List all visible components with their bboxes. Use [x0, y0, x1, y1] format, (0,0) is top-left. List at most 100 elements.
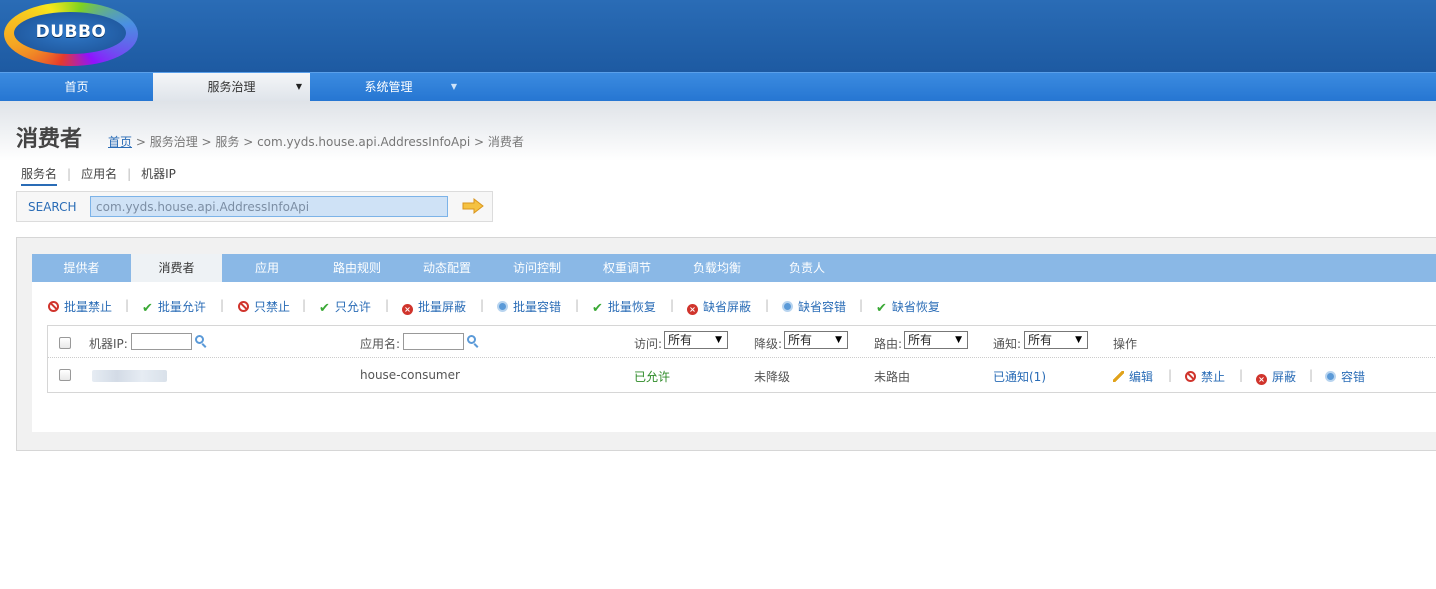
tab-bar: 提供者 消费者 应用 路由规则 动态配置 访问控制 权重调节 负载均衡 负责人: [32, 254, 1436, 282]
tolerance-icon: [497, 301, 508, 312]
tab-routes[interactable]: 路由规则: [312, 254, 402, 282]
action-label: 只允许: [334, 300, 371, 314]
selected-value: 所有: [788, 333, 813, 347]
op-label: 编辑: [1129, 370, 1154, 384]
tab-providers[interactable]: 提供者: [32, 254, 131, 282]
app-header: DUBBO: [0, 0, 1436, 72]
divider: |: [302, 298, 307, 312]
dubbo-logo[interactable]: DUBBO: [0, 0, 142, 72]
nav-item-home[interactable]: 首页: [0, 73, 153, 101]
chevron-down-icon: ▼: [295, 82, 302, 91]
row-checkbox[interactable]: [59, 369, 71, 381]
nav-item-system-admin[interactable]: 系统管理 ▼: [310, 73, 467, 101]
pencil-icon: [1113, 371, 1124, 382]
op-label: 禁止: [1201, 370, 1226, 384]
default-recover-button[interactable]: ✔ 缺省恢复: [876, 298, 940, 316]
search-tab-ip[interactable]: 机器IP: [141, 165, 176, 182]
degrade-filter-select[interactable]: 所有 ▼: [784, 331, 848, 349]
only-allow-button[interactable]: ✔ 只允许: [319, 298, 371, 316]
edit-button[interactable]: 编辑: [1113, 368, 1153, 385]
check-icon: ✔: [142, 301, 153, 316]
tolerance-icon: [782, 301, 793, 312]
mask-icon: ×: [402, 304, 413, 315]
forbid-button[interactable]: 禁止: [1185, 368, 1225, 385]
default-mask-button[interactable]: × 缺省屏蔽: [687, 298, 751, 315]
forbid-icon: [48, 301, 59, 312]
search-label: SEARCH: [28, 200, 77, 214]
nav-item-label: 服务治理: [207, 80, 256, 94]
table-header: 机器IP: 应用名: 访问: 所有 ▼ 降级: 所有 ▼ 路由: 所有 ▼ 通知: 所…: [48, 326, 1436, 358]
search-tab-application[interactable]: 应用名: [81, 165, 117, 182]
search-tab-service[interactable]: 服务名: [21, 165, 58, 186]
row-notify-link[interactable]: 已通知(1): [993, 368, 1046, 385]
batch-mask-button[interactable]: × 批量屏蔽: [402, 298, 466, 315]
tolerance-icon: [1325, 371, 1336, 382]
select-all-checkbox[interactable]: [59, 337, 71, 349]
op-label: 屏蔽: [1272, 370, 1297, 384]
breadcrumb-home-link[interactable]: 首页: [108, 135, 132, 149]
tolerance-button[interactable]: 容错: [1325, 368, 1365, 385]
main-nav: 首页 服务治理 ▼ 系统管理 ▼: [0, 72, 1436, 101]
notify-filter-select[interactable]: 所有 ▼: [1024, 331, 1088, 349]
search-icon[interactable]: [195, 335, 204, 344]
breadcrumb: 首页 > 服务治理 > 服务 > com.yyds.house.api.Addr…: [108, 133, 524, 150]
tab-weights[interactable]: 权重调节: [582, 254, 672, 282]
divider: |: [67, 167, 72, 181]
batch-recover-button[interactable]: ✔ 批量恢复: [592, 298, 656, 316]
nav-item-service-governance[interactable]: 服务治理 ▼: [153, 73, 310, 101]
only-forbid-button[interactable]: 只禁止: [238, 298, 290, 315]
action-label: 缺省屏蔽: [703, 300, 752, 314]
nav-item-label: 首页: [64, 80, 89, 94]
column-header-app: 应用名:: [360, 337, 401, 351]
batch-forbid-button[interactable]: 批量禁止: [48, 298, 112, 315]
action-label: 只禁止: [254, 300, 291, 314]
batch-allow-button[interactable]: ✔ 批量允许: [142, 298, 206, 316]
row-access-status: 已允许: [634, 370, 671, 384]
selected-value: 所有: [668, 333, 693, 347]
search-icon[interactable]: [467, 335, 476, 344]
search-box: SEARCH: [16, 191, 493, 222]
batch-tolerance-button[interactable]: 批量容错: [497, 298, 561, 315]
breadcrumb-trail: > 服务治理 > 服务 > com.yyds.house.api.Address…: [132, 135, 524, 149]
divider: |: [220, 298, 225, 312]
divider: |: [1309, 368, 1314, 382]
page-title: 消费者: [16, 127, 83, 152]
action-label: 批量允许: [157, 300, 206, 314]
divider: |: [127, 167, 132, 181]
access-filter-select[interactable]: 所有 ▼: [664, 331, 728, 349]
search-input[interactable]: [90, 196, 448, 217]
divider: |: [1239, 368, 1244, 382]
tab-owners[interactable]: 负责人: [762, 254, 852, 282]
column-header-route: 路由:: [874, 337, 903, 351]
tab-access-control[interactable]: 访问控制: [492, 254, 582, 282]
chevron-down-icon: ▼: [835, 335, 842, 345]
divider: |: [859, 298, 864, 312]
chevron-down-icon: ▼: [715, 335, 722, 345]
column-header-degrade: 降级:: [754, 337, 783, 351]
tab-load-balance[interactable]: 负载均衡: [672, 254, 762, 282]
check-icon: ✔: [876, 301, 887, 316]
tab-applications[interactable]: 应用: [222, 254, 312, 282]
forbid-icon: [1185, 371, 1196, 382]
forbid-icon: [238, 301, 249, 312]
row-degrade-status: 未降级: [754, 370, 791, 384]
mask-button[interactable]: × 屏蔽: [1256, 368, 1296, 385]
redacted-ip: [92, 370, 167, 382]
tab-dynamic-config[interactable]: 动态配置: [402, 254, 492, 282]
ip-filter-input[interactable]: [131, 333, 192, 350]
page-header-bg: [0, 101, 1436, 161]
tab-consumers[interactable]: 消费者: [131, 254, 222, 282]
check-icon: ✔: [592, 301, 603, 316]
default-tolerance-button[interactable]: 缺省容错: [782, 298, 846, 315]
row-route-status: 未路由: [874, 370, 911, 384]
action-label: 批量禁止: [64, 300, 113, 314]
selected-value: 所有: [908, 333, 933, 347]
action-label: 批量容错: [513, 300, 562, 314]
divider: |: [670, 298, 675, 312]
column-header-notify: 通知:: [993, 337, 1022, 351]
mask-icon: ×: [687, 304, 698, 315]
route-filter-select[interactable]: 所有 ▼: [904, 331, 968, 349]
arrow-right-icon[interactable]: [462, 198, 484, 214]
divider: |: [480, 298, 485, 312]
app-filter-input[interactable]: [403, 333, 464, 350]
